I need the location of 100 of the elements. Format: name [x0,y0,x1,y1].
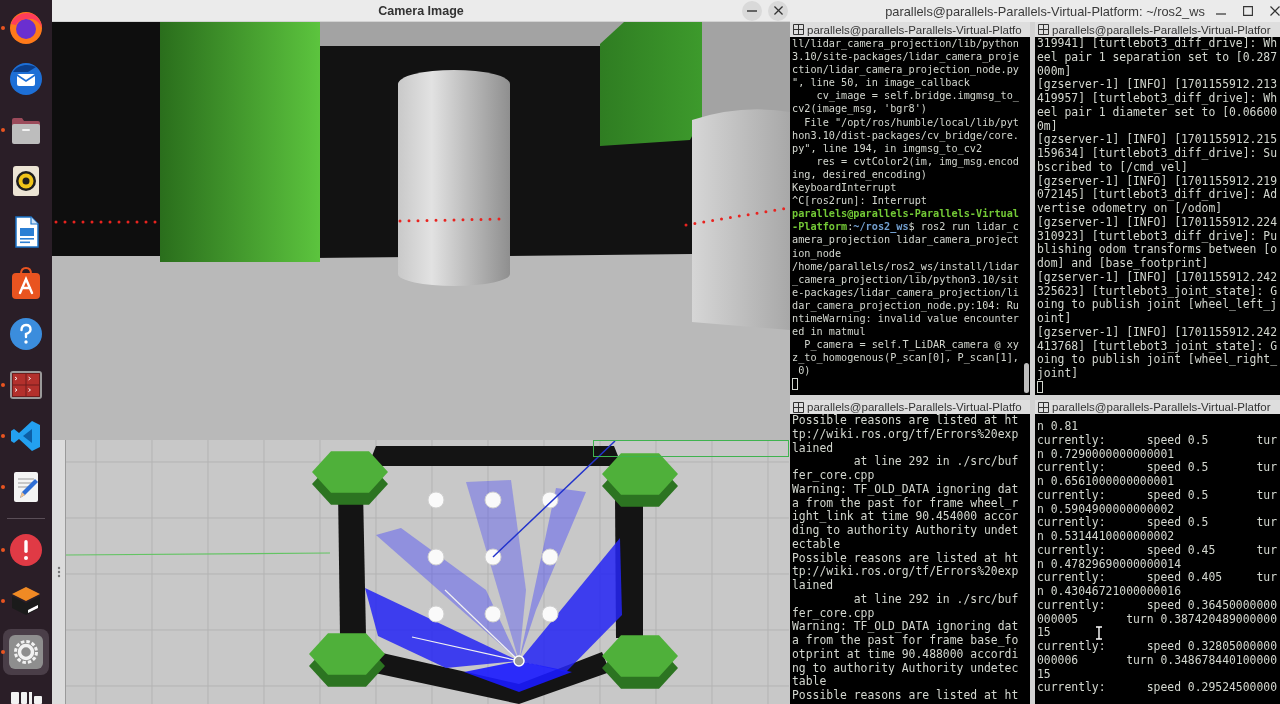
terminal-line: eel pair 1 separation set to [0.287 [1037,50,1278,65]
grip-icon[interactable] [56,566,61,578]
terminal-line: ion_node [792,246,842,260]
scrollbar-thumb[interactable] [1023,363,1029,393]
terminal-line: ding to authority Authority undet [792,524,1019,538]
terminal-line: cv_image = self.bridge.imgmsg_to_ [815,89,1019,103]
terminal-line: ntimeWarning: invalid value encounter [792,312,1019,326]
terminal-line: n 0.43046721000000016 [1037,585,1181,599]
terminal-line: /home/parallels/ros2_ws/install/lidar [792,260,1019,273]
terminal-line: currently: speed 0.5 tur [1037,516,1278,530]
terminal-line: 310923] [turtlebot3_diff_drive]: Pu [1037,229,1278,244]
terminal-line: lained [792,441,834,456]
cylinder-obstacle [541,605,559,623]
terminal-line: e-packages/lidar_camera_projection/li [792,286,1019,299]
terminal-line: ed in matmul [792,325,866,339]
terminal-line: ^C[ros2run]: Interrupt [792,194,927,208]
browser-icon[interactable] [8,10,44,46]
terminal-line: P_camera = self.T_LiDAR_camera @ xy [803,338,1019,352]
terminal-line: res = cvtColor2(im, img_msg.encod [815,155,1019,168]
mail-icon[interactable] [8,61,44,97]
terminal-line: cv2(image_msg, 'bgr8') [792,102,927,116]
cylinder-obstacle [484,491,502,509]
terminal-line: currently: speed 0.405 tur [1037,571,1278,585]
terminal-line: Possible reasons are listed at ht [792,551,1019,565]
terminal-line: n 0.81 [1037,420,1079,434]
terminal-line: at line 292 in ./src/buf [852,455,1019,469]
window-title: parallels@parallels-Parallels-Virtual-Platform: ~/ros2_ws [885,3,1205,19]
terminal-line: a from the past for frame wheel_r [792,496,1019,510]
cylinder-obstacle [427,548,445,566]
terminal-line: currently: speed 0.5 tur [1037,488,1278,503]
close-button[interactable] [768,0,788,21]
terminal-line: joint] [1037,367,1079,381]
split-terminal-icon[interactable] [1038,24,1049,35]
terminal-line: eel pair 1 diameter set to [0.06600 [1037,105,1278,120]
terminal-line: [gzserver-1] [INFO] [1701155912.242 [1037,270,1278,285]
pane-title: parallels@parallels-Parallels-Virtual-Platfo [807,23,1022,36]
terminal-line: z_to_homogenous(P_scan[0], P_scan[1], [792,351,1019,365]
terminal-line: dom] and [base_footprint] [1037,257,1209,271]
terminal-line: currently: speed 0.5 tur [1037,433,1278,448]
terminal-line: _camera_projection/lib/python3.10/sit [792,273,1019,286]
close-icon[interactable] [1270,6,1280,16]
pane-title: parallels@parallels-Parallels-Virtual-Platfor [1052,23,1271,36]
terminal-line: py", line 194, in imgmsg_to_cv2 [792,142,983,155]
split-terminal-icon[interactable] [793,24,804,35]
terminal-line: 325623] [turtlebot3_joint_state]: G [1037,284,1278,299]
terminal-line: currently: speed 0.5 tur [1037,461,1278,475]
terminal-line: KeyboardInterrupt [792,181,897,195]
terminal-line: 159634] [turtlebot3_diff_drive]: Su [1037,147,1278,161]
terminal-line: otprint at time 90.488000 accordi [792,647,1019,662]
terminal-line: -Platform:~/ros2_ws$ ros2 run lidar_c [792,220,1019,234]
terminal-line: fer_core.cpp [792,606,875,621]
terminal-line: currently: speed 0.36450000000 [1037,598,1278,613]
terminal-line: 000005 turn 0.387420489000000 [1037,612,1278,627]
terminal-line: ction/lidar_camera_projection_node.py [792,63,1019,77]
split-terminal-icon[interactable] [793,401,804,413]
terminal-line: ", line 50, in image_callback [792,76,970,90]
alert-icon[interactable] [8,532,44,568]
cylinder-obstacle [427,491,445,509]
terminal-line: n 0.6561000000000001 [1037,475,1175,489]
terminal-line: tp://wiki.ros.org/tf/Errors%20exp [792,427,1019,442]
split-terminal-icon[interactable] [1038,401,1049,413]
terminal-line: 413768] [turtlebot3_joint_state]: G [1037,339,1278,354]
cylinder-obstacle [427,605,445,623]
terminal-line: 15 [1037,667,1051,681]
robot-marker [513,655,525,667]
cylinder-obstacle [484,548,502,566]
terminal-line: dar_camera_projection_node.py:104: Ru [792,299,1019,312]
terminal-line: 072145] [turtlebot3_diff_drive]: Ad [1037,188,1278,202]
terminal-line: ing, desired_encoding) [792,167,927,182]
terminal-line: 419957] [turtlebot3_diff_drive]: Wh [1037,92,1278,106]
terminal-line: hon3.10/dist-packages/cv_bridge/core. [792,128,1019,142]
terminal-line: 15 [1037,626,1051,640]
terminal-line: currently: speed 0.32805000000 [1037,640,1278,654]
settings-icon[interactable] [3,629,49,675]
terminal-line: blishing odom transforms between [o [1037,243,1278,257]
minimize-button[interactable] [742,0,762,21]
terminal-line: 000006 turn 0.348678440100000 [1037,653,1278,668]
maximize-icon[interactable] [1243,6,1253,16]
terminal-line: 000m] [1037,64,1072,78]
terminal-line: lained [792,579,834,593]
terminal-line: [gzserver-1] [INFO] [1701155912.215 [1037,133,1278,147]
i-beam-pointer-icon [1095,626,1103,640]
close-icon [773,6,783,15]
terminal-line: Warning: TF_OLD_DATA ignoring dat [792,482,1019,497]
terminal-line: n 0.7290000000000001 [1037,447,1175,461]
terminal-line: 3.10/site-packages/lidar_camera_proje [792,50,1019,64]
terminal-line: oint] [1037,312,1072,326]
terminal-line: fer_core.cpp [792,469,875,483]
terminal-line: File "/opt/ros/humble/local/lib/pyt [803,115,1019,129]
help-icon[interactable] [8,316,44,352]
terminal-line: parallels@parallels-Parallels-Virtual [792,207,1019,221]
terminal-line: currently: speed 0.29524500000 [1037,681,1278,695]
terminal-line: [gzserver-1] [INFO] [1701155912.213 [1037,78,1278,92]
terminal-line: n 0.5904900000000002 [1037,502,1175,516]
minimize-icon [747,9,757,12]
terminal-line: ll/lidar_camera_projection/lib/python [792,37,1019,51]
terminal-line: 0) [797,364,811,378]
terminal-line: n 0.5314410000000002 [1037,530,1175,544]
terminal-line: Possible reasons are listed at ht [792,689,1019,703]
terminal-line: bscribed to [/cmd_vel] [1037,160,1188,175]
